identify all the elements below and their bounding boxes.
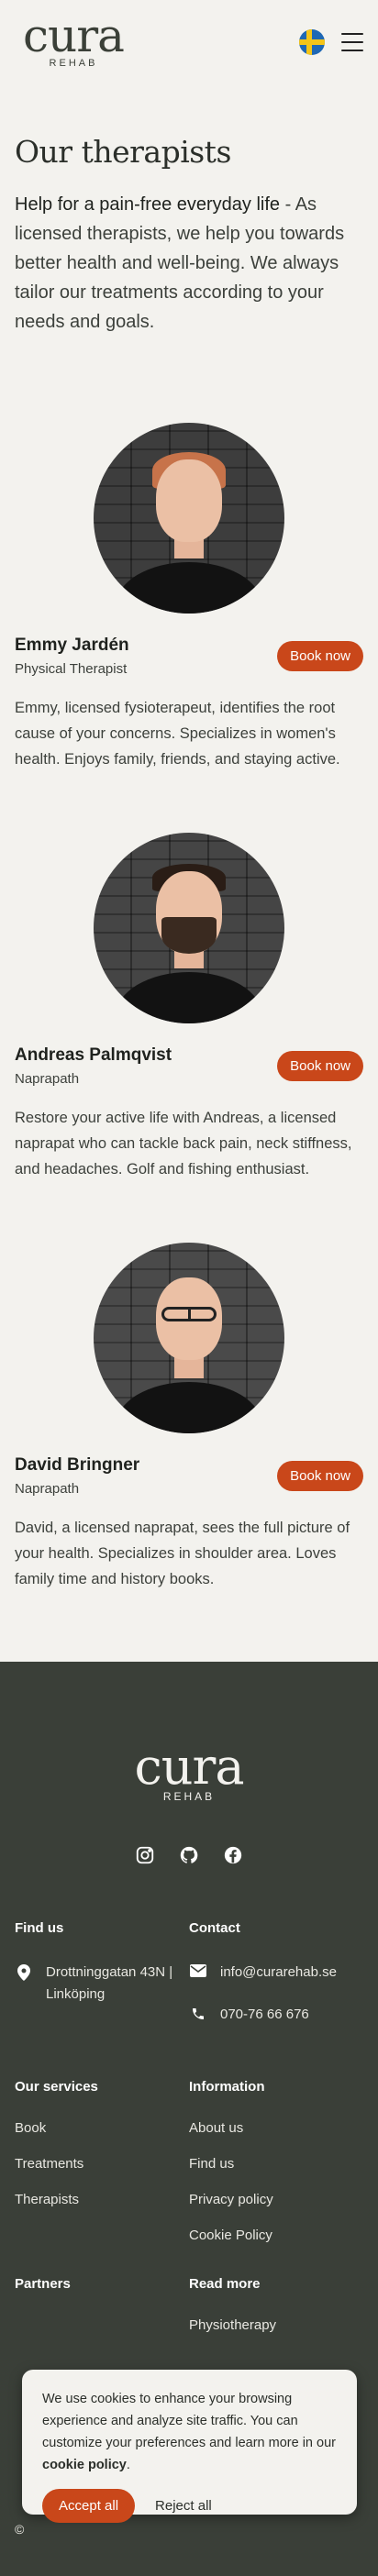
therapist-description: David, a licensed naprapat, sees the ful…	[15, 1520, 350, 1587]
logo[interactable]: cura REHAB	[15, 9, 132, 69]
intro-rest: - As licensed therapists, we help you to…	[15, 194, 345, 332]
therapist-header: Andreas Palmqvist Naprapath Book now	[15, 1045, 363, 1087]
email-line: info@curarehab.se	[189, 1962, 363, 1984]
partners-section: Partners	[15, 2276, 189, 2353]
therapist-photo	[94, 423, 284, 614]
book-now-button[interactable]: Book now	[277, 1051, 363, 1081]
header-actions	[299, 29, 363, 55]
cookie-message: We use cookies to enhance your browsing …	[42, 2392, 336, 2450]
therapist-name: David Bringner	[15, 1455, 140, 1475]
footer-logo-subtitle: REHAB	[162, 1790, 216, 1803]
intro-text: Help for a pain-free everyday life - As …	[15, 190, 363, 337]
services-heading: Our services	[15, 2079, 98, 2095]
contact-section: Contact info@curarehab.se 070-76 66 676	[189, 1920, 363, 2046]
therapist-card: David Bringner Naprapath Book now David,…	[15, 1243, 363, 1592]
footer-link-about-us[interactable]: About us	[189, 2120, 363, 2136]
therapist-header: Emmy Jardén Physical Therapist Book now	[15, 636, 363, 677]
book-now-button[interactable]: Book now	[277, 1461, 363, 1491]
phone-line: 070-76 66 676	[189, 2004, 363, 2026]
footer-logo[interactable]: cura REHAB	[0, 1738, 378, 1804]
book-now-button[interactable]: Book now	[277, 641, 363, 671]
page-title: Our therapists	[15, 134, 231, 170]
footer-columns: Find us Drottninggatan 43N | Linköping C…	[15, 1920, 363, 2046]
intro-bold: Help for a pain-free everyday life	[15, 194, 281, 215]
sweden-flag-icon[interactable]	[299, 29, 325, 55]
read-more-section: Read more Physiotherapy	[189, 2276, 363, 2353]
contact-heading: Contact	[189, 1920, 240, 1936]
partners-heading: Partners	[15, 2276, 71, 2292]
envelope-icon	[189, 1962, 207, 1977]
cookie-banner: We use cookies to enhance your browsing …	[22, 2370, 357, 2523]
reject-all-button[interactable]: Reject all	[155, 2498, 212, 2514]
accept-all-button[interactable]: Accept all	[42, 2489, 136, 2523]
therapist-photo	[94, 833, 284, 1023]
therapist-card: Emmy Jardén Physical Therapist Book now …	[15, 423, 363, 772]
find-us-heading: Find us	[15, 1920, 64, 1936]
address-line: Drottninggatan 43N | Linköping	[15, 1962, 189, 2006]
therapist-role: Naprapath	[15, 1071, 80, 1087]
instagram-icon[interactable]	[135, 1845, 155, 1865]
find-us-section: Find us Drottninggatan 43N | Linköping	[15, 1920, 189, 2046]
therapist-card: Andreas Palmqvist Naprapath Book now Res…	[15, 833, 363, 1182]
footer-link-book[interactable]: Book	[15, 2120, 189, 2136]
therapist-photo	[94, 1243, 284, 1433]
information-section: Information About us Find us Privacy pol…	[189, 2079, 363, 2263]
therapist-name: Emmy Jardén	[15, 636, 129, 655]
logo-subtitle: REHAB	[49, 58, 98, 69]
social-links	[0, 1845, 378, 1865]
footer-link-therapists[interactable]: Therapists	[15, 2192, 189, 2207]
site-header: cura REHAB	[0, 0, 378, 84]
read-more-heading: Read more	[189, 2276, 261, 2292]
hamburger-icon[interactable]	[341, 33, 363, 51]
logo-wordmark: cura	[23, 9, 125, 62]
therapist-role: Naprapath	[15, 1481, 80, 1497]
footer-link-find-us[interactable]: Find us	[189, 2156, 363, 2172]
cookie-policy-link[interactable]: cookie policy	[42, 2458, 127, 2472]
footer-link-cookie-policy[interactable]: Cookie Policy	[189, 2228, 363, 2243]
github-icon[interactable]	[179, 1845, 199, 1865]
phone-icon	[189, 2004, 207, 2021]
copyright: ©	[15, 2522, 25, 2537]
therapist-name: Andreas Palmqvist	[15, 1045, 172, 1065]
footer-extra-columns: Partners Read more Physiotherapy	[15, 2276, 363, 2353]
footer-link-privacy-policy[interactable]: Privacy policy	[189, 2192, 363, 2207]
facebook-icon[interactable]	[223, 1845, 243, 1865]
location-pin-icon	[15, 1962, 33, 1981]
therapist-role: Physical Therapist	[15, 661, 128, 677]
cookie-actions: Accept all Reject all	[42, 2489, 337, 2523]
cookie-text-end: .	[126, 2458, 130, 2472]
therapist-description: Restore your active life with Andreas, a…	[15, 1110, 352, 1177]
footer-link-columns: Our services Book Treatments Therapists …	[15, 2079, 363, 2263]
therapist-description: Emmy, licensed fysioterapeut, identifies…	[15, 700, 340, 768]
footer-logo-wordmark: cura	[134, 1738, 244, 1796]
address-text[interactable]: Drottninggatan 43N | Linköping	[46, 1962, 189, 2006]
footer-link-treatments[interactable]: Treatments	[15, 2156, 189, 2172]
cookie-text: We use cookies to enhance your browsing …	[42, 2388, 337, 2476]
information-heading: Information	[189, 2079, 265, 2095]
services-section: Our services Book Treatments Therapists	[15, 2079, 189, 2263]
footer-link-physiotherapy[interactable]: Physiotherapy	[189, 2317, 363, 2333]
therapist-header: David Bringner Naprapath Book now	[15, 1455, 363, 1497]
phone-link[interactable]: 070-76 66 676	[220, 2004, 309, 2026]
email-link[interactable]: info@curarehab.se	[220, 1962, 337, 1984]
